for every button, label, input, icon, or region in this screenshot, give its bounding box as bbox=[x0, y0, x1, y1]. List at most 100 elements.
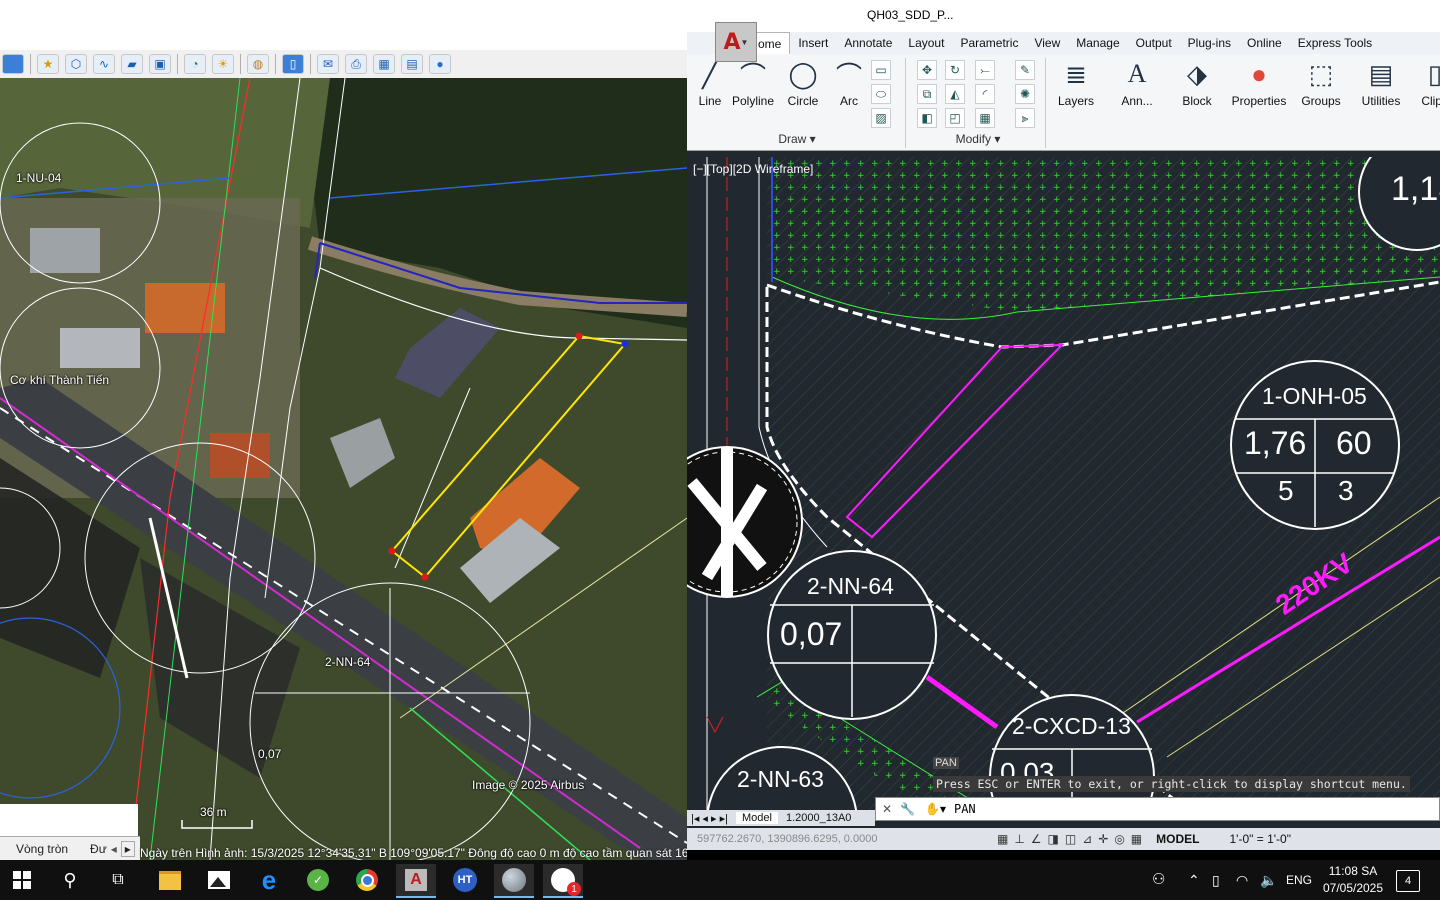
ribbon-tabs: ome Insert Annotate Layout Parametric Vi… bbox=[687, 31, 1440, 55]
map-label: 0,07 bbox=[258, 747, 282, 761]
move-icon[interactable]: ✥ bbox=[917, 60, 937, 80]
tab-view[interactable]: View bbox=[1026, 32, 1068, 54]
model-space-button[interactable]: MODEL bbox=[1156, 832, 1199, 846]
usb-icon[interactable]: ▯ bbox=[1212, 860, 1220, 900]
windows-start-icon[interactable] bbox=[2, 864, 42, 896]
bubble-top-value: 1,18 bbox=[1391, 170, 1440, 208]
history-icon[interactable]: ◔ bbox=[184, 54, 206, 74]
overlay-icon[interactable]: ▰ bbox=[121, 54, 143, 74]
save-image-icon[interactable]: ▦ bbox=[373, 54, 395, 74]
clipboard-icon: ▯ bbox=[1427, 58, 1440, 89]
tab-circle[interactable]: Vòng tròn bbox=[16, 842, 68, 856]
annotation-tool[interactable]: A Ann... bbox=[1115, 58, 1159, 108]
ribbon-home: ╱ Line ⌒ Polyline ◯ Circle ⌒ Arc ▭ ⬭ ▨ ✥ ↻ ⤚… bbox=[687, 54, 1440, 151]
block-tool[interactable]: ⬗ Block bbox=[1175, 58, 1219, 109]
notification-center-icon[interactable]: 4 bbox=[1396, 870, 1420, 892]
utilities-tool[interactable]: ▤ Utilities bbox=[1359, 58, 1403, 109]
status-toggles-icon[interactable]: ▦⊥∠◨◫⊿✛◎▦ bbox=[997, 832, 1148, 846]
arc-tool[interactable]: ⌒ Arc bbox=[831, 58, 867, 109]
circle-tool[interactable]: ◯ Circle bbox=[783, 58, 823, 109]
task-view-icon[interactable]: ⧉ bbox=[98, 864, 138, 896]
file-explorer-icon[interactable] bbox=[150, 864, 190, 896]
mirror-icon[interactable]: ◭ bbox=[945, 84, 965, 104]
rectangle-icon[interactable]: ▭ bbox=[871, 60, 891, 80]
array-icon[interactable]: ▦ bbox=[975, 108, 995, 128]
stretch-icon[interactable]: ◧ bbox=[917, 108, 937, 128]
command-line[interactable]: ✕ 🔧 ✋▾ PAN bbox=[875, 797, 1440, 821]
rotate-icon[interactable]: ↻ bbox=[945, 60, 965, 80]
tab-insert[interactable]: Insert bbox=[790, 32, 836, 54]
volume-icon[interactable]: 🔈 bbox=[1260, 860, 1277, 900]
photos-icon[interactable] bbox=[199, 864, 239, 896]
globe-icon[interactable]: ● bbox=[429, 54, 451, 74]
clipboard-tool[interactable]: ▯ Clipb bbox=[1415, 58, 1440, 109]
panel-modify[interactable]: Modify ▾ bbox=[913, 132, 1043, 146]
line-tool[interactable]: ╱ Line bbox=[693, 58, 727, 109]
ellipse-icon[interactable]: ⬭ bbox=[871, 84, 891, 104]
search-icon[interactable]: ⚲ bbox=[50, 864, 90, 896]
clipboard-label: Clipb bbox=[1421, 94, 1440, 108]
panel-draw[interactable]: Draw ▾ bbox=[707, 132, 887, 146]
tab-parametric[interactable]: Parametric bbox=[952, 32, 1026, 54]
sidebar-toggle-icon[interactable] bbox=[2, 54, 24, 74]
chrome-icon[interactable] bbox=[347, 864, 387, 896]
chevron-up-icon[interactable]: ⌃ bbox=[1188, 860, 1200, 900]
copy-icon[interactable]: ⧉ bbox=[917, 84, 937, 104]
hatch-icon[interactable]: ▨ bbox=[871, 108, 891, 128]
ruler-icon[interactable]: ▯ bbox=[282, 54, 304, 74]
erase-icon[interactable]: ✎ bbox=[1015, 60, 1035, 80]
tab-model[interactable]: Model bbox=[735, 812, 778, 824]
viewport-controls[interactable]: [−][Top][2D Wireframe] bbox=[693, 162, 813, 176]
wifi-icon[interactable]: ◠ bbox=[1236, 860, 1248, 900]
print-icon[interactable]: ⎙ bbox=[345, 54, 367, 74]
people-icon[interactable]: ⚇ bbox=[1152, 860, 1165, 900]
tab-plugins[interactable]: Plug-ins bbox=[1180, 32, 1239, 54]
coccoc-icon[interactable]: ✓ bbox=[298, 864, 338, 896]
edge-icon[interactable]: e bbox=[249, 864, 289, 896]
polyline-tool[interactable]: ⌒ Polyline bbox=[729, 58, 777, 109]
pan-tooltip-tag: PAN bbox=[933, 757, 959, 769]
tab-layout-1[interactable]: 1.2000_13A0 bbox=[782, 812, 855, 824]
bubble-1-b: 3 bbox=[1338, 475, 1354, 506]
tab-layout[interactable]: Layout bbox=[900, 32, 952, 54]
properties-tool[interactable]: ● Properties bbox=[1229, 58, 1289, 109]
status-bar: 597762.2670, 1390896.6295, 0.0000 ▦⊥∠◨◫⊿… bbox=[687, 828, 1440, 850]
tour-icon[interactable]: ▣ bbox=[149, 54, 171, 74]
path-icon[interactable]: ∿ bbox=[93, 54, 115, 74]
language-indicator[interactable]: ENG bbox=[1286, 860, 1312, 900]
polygon-icon[interactable]: ⬡ bbox=[65, 54, 87, 74]
clock[interactable]: 11:08 SA 07/05/2025 bbox=[1322, 863, 1384, 897]
email-icon[interactable]: ✉ bbox=[317, 54, 339, 74]
google-earth-window: ★ ⬡ ∿ ▰ ▣ ◔ ☀ ◍ ▯ ✉ ⎙ ▦ ▤ ● 1-NU-04 Cơ k… bbox=[0, 0, 687, 860]
tab-annotate[interactable]: Annotate bbox=[836, 32, 900, 54]
tab-path[interactable]: Đư bbox=[90, 842, 107, 856]
planet-icon[interactable]: ◍ bbox=[247, 54, 269, 74]
tab-scroll-left-icon[interactable]: ◂ bbox=[111, 842, 117, 856]
map-icon[interactable]: ▤ bbox=[401, 54, 423, 74]
ht-app-icon[interactable]: HT bbox=[445, 864, 485, 896]
explode-icon[interactable]: ✺ bbox=[1015, 84, 1035, 104]
groups-tool[interactable]: ⬚ Groups bbox=[1299, 58, 1343, 109]
layers-tool[interactable]: ≣ Layers bbox=[1053, 58, 1099, 109]
tab-output[interactable]: Output bbox=[1128, 32, 1180, 54]
application-menu-button[interactable]: A ▼ bbox=[715, 22, 757, 62]
tab-express-tools[interactable]: Express Tools bbox=[1290, 32, 1380, 54]
autocad-icon[interactable]: A bbox=[396, 864, 436, 898]
close-icon[interactable]: ✕ bbox=[882, 802, 892, 816]
tab-manage[interactable]: Manage bbox=[1068, 32, 1127, 54]
offset-icon[interactable]: ⫸ bbox=[1015, 108, 1035, 128]
earth-icon[interactable] bbox=[494, 864, 534, 898]
scale-icon[interactable]: ◰ bbox=[945, 108, 965, 128]
annotation-scale[interactable]: 1'-0" = 1'-0" bbox=[1230, 832, 1291, 846]
sun-icon[interactable]: ☀ bbox=[212, 54, 234, 74]
wrench-icon[interactable]: 🔧 bbox=[900, 802, 915, 816]
satellite-map[interactable] bbox=[0, 78, 687, 860]
tab-scroll-right-icon[interactable]: ▸ bbox=[120, 841, 135, 857]
trim-icon[interactable]: ⤚ bbox=[975, 60, 995, 80]
fillet-icon[interactable]: ◜ bbox=[975, 84, 995, 104]
command-input[interactable]: PAN bbox=[954, 802, 976, 816]
messenger-icon[interactable]: 1 bbox=[543, 864, 583, 898]
tab-online[interactable]: Online bbox=[1239, 32, 1290, 54]
star-icon[interactable]: ★ bbox=[37, 54, 59, 74]
tab-nav-arrows-icon[interactable]: |◂ ◂ ▸ ▸| bbox=[691, 812, 728, 825]
